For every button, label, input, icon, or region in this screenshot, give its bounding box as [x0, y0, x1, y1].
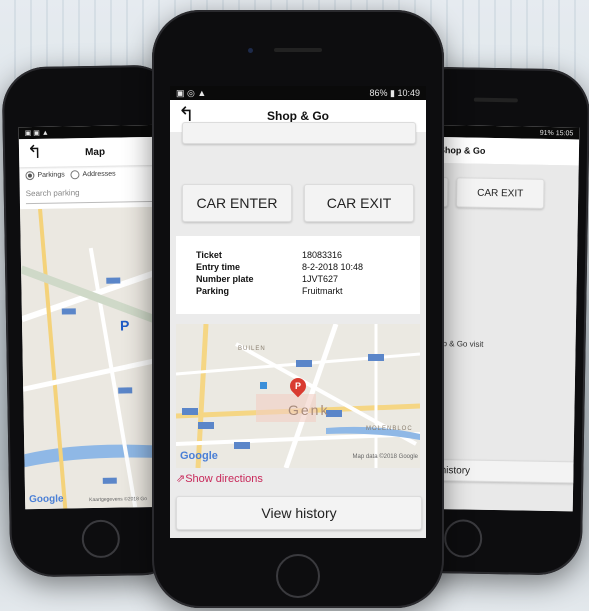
- center-home-button[interactable]: [276, 554, 320, 598]
- right-status-time: 15:05: [555, 129, 574, 137]
- center-status-icons: ▣ ◎ ▲: [176, 87, 207, 98]
- center-page-title: Shop & Go: [267, 109, 329, 123]
- car-enter-button[interactable]: CAR ENTER: [182, 184, 292, 222]
- center-map[interactable]: BUILEN MOLENBLOC Genk P Google Map data …: [176, 324, 420, 468]
- ticket-label: Ticket: [196, 250, 222, 260]
- search-parking-input[interactable]: Search parking: [25, 182, 166, 205]
- entry-value: 8-2-2018 10:48: [302, 262, 364, 272]
- right-car-exit-button[interactable]: CAR EXIT: [455, 177, 545, 209]
- center-speaker: [274, 48, 322, 52]
- directions-icon: ⇗: [176, 473, 186, 485]
- map-area-label-builen: BUILEN: [238, 346, 266, 352]
- center-phone-screen: ▣ ◎ ▲ 86% ▮ 10:49 ↰ Shop & Go CAR ENTER …: [170, 86, 426, 538]
- cut-off-button[interactable]: [182, 122, 416, 144]
- ticket-value: 18083316: [302, 250, 343, 260]
- ticket-info-card: Ticket 18083316 Entry time 8-2-2018 10:48 …: [176, 236, 420, 314]
- center-phone: ▣ ◎ ▲ 86% ▮ 10:49 ↰ Shop & Go CAR ENTER …: [152, 10, 444, 608]
- center-map-logo: Google: [180, 450, 218, 462]
- left-map-logo: Google: [29, 493, 64, 506]
- radio-off-icon: [70, 170, 80, 180]
- left-map-footer: Kaartgegevens ©2018 Go: [89, 496, 148, 504]
- map-area-label-molenbloc: MOLENBLOC: [366, 426, 413, 432]
- car-exit-button[interactable]: CAR EXIT: [304, 184, 414, 222]
- view-history-button[interactable]: View history: [176, 496, 422, 530]
- entry-label: Entry time: [196, 262, 241, 272]
- plate-label: Number plate: [196, 274, 254, 284]
- radio-addresses[interactable]: Addresses: [70, 170, 116, 180]
- radio-parkings[interactable]: Parkings: [25, 171, 65, 181]
- center-status-time: 10:49: [397, 87, 420, 98]
- map-city-label: Genk: [288, 402, 330, 418]
- battery-icon: ▮: [390, 87, 395, 98]
- radio-on-icon: [25, 171, 35, 181]
- right-home-button[interactable]: [443, 519, 483, 558]
- left-radio-group: Parkings Addresses: [25, 170, 116, 181]
- ticket-row: Ticket 18083316: [196, 250, 342, 260]
- entry-row: Entry time 8-2-2018 10:48: [196, 262, 363, 272]
- center-status-battery: 86%: [369, 87, 388, 98]
- left-page-title: Map: [84, 146, 106, 158]
- back-arrow-icon[interactable]: ↰: [27, 142, 42, 162]
- plate-value: 1JVT627: [302, 274, 339, 284]
- show-directions-link[interactable]: ⇗Show directions: [176, 472, 263, 485]
- parking-marker-icon[interactable]: P: [120, 317, 130, 333]
- center-content: CAR ENTER CAR EXIT Ticket 18083316 Entry …: [170, 122, 426, 538]
- center-camera: [248, 48, 253, 53]
- parking-value: Fruitmarkt: [302, 286, 343, 296]
- center-status-right: 86% ▮ 10:49: [369, 88, 420, 99]
- center-status-bar: ▣ ◎ ▲ 86% ▮ 10:49: [170, 86, 426, 100]
- parking-label: Parking: [196, 286, 230, 296]
- parking-row: Parking Fruitmarkt: [196, 286, 343, 296]
- left-home-button[interactable]: [81, 519, 121, 559]
- right-status-battery: 91%: [539, 129, 554, 137]
- right-speaker: [473, 97, 518, 103]
- plate-row: Number plate 1JVT627: [196, 274, 338, 284]
- left-status-icons: ▣ ▣ ▲: [24, 129, 49, 138]
- left-title-bar: ↰ Map: [18, 136, 172, 168]
- right-page-title: Shop & Go: [438, 145, 486, 156]
- center-map-attribution: Map data ©2018 Google: [352, 454, 418, 460]
